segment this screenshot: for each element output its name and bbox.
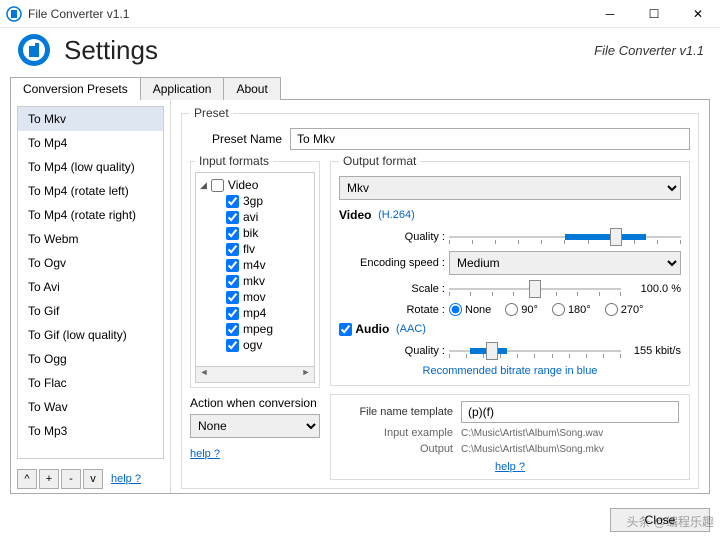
rotate-90[interactable]: 90° — [505, 303, 538, 316]
tree-item[interactable]: avi — [200, 209, 310, 225]
preset-fieldset: Preset Preset Name Input formats ◢ Video… — [181, 106, 699, 489]
preset-item[interactable]: To Ogv — [18, 251, 163, 275]
output-column: Output format Mkv Video (H.264) Quality … — [330, 154, 690, 480]
app-icon — [6, 6, 22, 22]
rotate-label: Rotate : — [339, 304, 449, 316]
preset-item[interactable]: To Mp3 — [18, 419, 163, 443]
input-formats-tree[interactable]: ◢ Video 3gp avi bik flv m4v mkv mov mp4 … — [195, 172, 315, 367]
audio-quality-value: 155 kbit/s — [621, 345, 681, 357]
preset-item[interactable]: To Flac — [18, 371, 163, 395]
output-example-label: Output — [341, 443, 461, 455]
tab-about[interactable]: About — [223, 77, 280, 100]
preset-item[interactable]: To Gif — [18, 299, 163, 323]
sidebar-help-link[interactable]: help ? — [111, 473, 141, 485]
maximize-button[interactable]: ☐ — [632, 0, 676, 28]
add-preset-button[interactable]: + — [39, 469, 59, 489]
template-box: File name template Input example C:\Musi… — [330, 394, 690, 480]
action-select[interactable]: None — [190, 414, 320, 438]
remove-preset-button[interactable]: - — [61, 469, 81, 489]
preset-item[interactable]: To Avi — [18, 275, 163, 299]
preset-legend: Preset — [190, 106, 233, 120]
output-format-fieldset: Output format Mkv Video (H.264) Quality … — [330, 154, 690, 386]
page-title: Settings — [64, 35, 594, 66]
watermark: 头条 @编程乐趣 — [626, 513, 714, 530]
action-box: Action when conversion None — [190, 396, 320, 438]
preset-name-label: Preset Name — [190, 132, 290, 146]
preset-item[interactable]: To Mp4 (rotate right) — [18, 203, 163, 227]
scale-value: 100.0 % — [621, 283, 681, 295]
content: To MkvTo Mp4To Mp4 (low quality)To Mp4 (… — [10, 99, 710, 494]
tab-conversion-presets[interactable]: Conversion Presets — [10, 77, 141, 100]
tree-item[interactable]: mov — [200, 289, 310, 305]
preset-item[interactable]: To Ogg — [18, 347, 163, 371]
action-help-link[interactable]: help ? — [190, 448, 220, 460]
preset-list[interactable]: To MkvTo Mp4To Mp4 (low quality)To Mp4 (… — [17, 106, 164, 459]
tab-application[interactable]: Application — [140, 77, 225, 100]
tree-item[interactable]: mpeg — [200, 321, 310, 337]
preset-item[interactable]: To Webm — [18, 227, 163, 251]
audio-quality-label: Quality : — [339, 345, 449, 357]
tree-item[interactable]: 3gp — [200, 193, 310, 209]
output-format-select[interactable]: Mkv — [339, 176, 681, 200]
rotate-radio-group: None 90° 180° 270° — [449, 303, 643, 316]
encoding-speed-select[interactable]: Medium — [449, 251, 681, 275]
sidebar: To MkvTo Mp4To Mp4 (low quality)To Mp4 (… — [11, 100, 171, 493]
header: Settings File Converter v1.1 — [0, 28, 720, 76]
logo-icon — [16, 32, 52, 68]
scale-label: Scale : — [339, 283, 449, 295]
audio-codec-label: (AAC) — [396, 323, 426, 335]
tree-item[interactable]: flv — [200, 241, 310, 257]
preset-item[interactable]: To Mkv — [18, 107, 163, 131]
preset-item[interactable]: To Mp4 (rotate left) — [18, 179, 163, 203]
scale-slider[interactable] — [449, 278, 621, 300]
version-label: File Converter v1.1 — [594, 43, 704, 58]
main-panel: Preset Preset Name Input formats ◢ Video… — [171, 100, 709, 493]
template-name-input[interactable] — [461, 401, 679, 423]
input-formats-fieldset: Input formats ◢ Video 3gp avi bik flv m4… — [190, 154, 320, 388]
video-section-label: Video — [339, 208, 371, 222]
input-example-value: C:\Music\Artist\Album\Song.wav — [461, 428, 679, 439]
close-button[interactable]: ✕ — [676, 0, 720, 28]
move-down-button[interactable]: v — [83, 469, 103, 489]
preset-name-input[interactable] — [290, 128, 690, 150]
tree-item[interactable]: ogv — [200, 337, 310, 353]
window-title: File Converter v1.1 — [28, 7, 588, 21]
video-codec-label: (H.264) — [378, 209, 415, 221]
tree-item[interactable]: m4v — [200, 257, 310, 273]
preset-item[interactable]: To Mp4 — [18, 131, 163, 155]
template-name-label: File name template — [341, 406, 461, 418]
encoding-speed-label: Encoding speed : — [339, 257, 449, 269]
window-controls: ─ ☐ ✕ — [588, 0, 720, 28]
tab-bar: Conversion Presets Application About — [0, 76, 720, 99]
input-example-label: Input example — [341, 427, 461, 439]
preset-item[interactable]: To Gif (low quality) — [18, 323, 163, 347]
audio-section-label: Audio — [355, 322, 389, 336]
tree-root[interactable]: ◢ Video — [200, 177, 310, 193]
audio-checkbox[interactable] — [339, 323, 352, 336]
input-formats-column: Input formats ◢ Video 3gp avi bik flv m4… — [190, 154, 320, 480]
preset-item[interactable]: To Mp4 (low quality) — [18, 155, 163, 179]
rotate-270[interactable]: 270° — [605, 303, 644, 316]
preset-item[interactable]: To Wav — [18, 395, 163, 419]
titlebar: File Converter v1.1 ─ ☐ ✕ — [0, 0, 720, 28]
footer: Close — [0, 504, 720, 540]
move-up-button[interactable]: ^ — [17, 469, 37, 489]
output-format-legend: Output format — [339, 154, 420, 168]
input-formats-legend: Input formats — [195, 154, 273, 168]
tree-item[interactable]: bik — [200, 225, 310, 241]
output-example-value: C:\Music\Artist\Album\Song.mkv — [461, 444, 679, 455]
minimize-button[interactable]: ─ — [588, 0, 632, 28]
tree-hscroll[interactable]: ◄► — [195, 367, 315, 383]
video-quality-slider[interactable] — [449, 226, 681, 248]
tree-item[interactable]: mp4 — [200, 305, 310, 321]
template-help-link[interactable]: help ? — [495, 461, 525, 473]
tree-item[interactable]: mkv — [200, 273, 310, 289]
sidebar-footer: ^ + - v help ? — [11, 465, 170, 493]
video-quality-label: Quality : — [339, 231, 449, 243]
bitrate-note: Recommended bitrate range in blue — [339, 365, 681, 377]
rotate-none[interactable]: None — [449, 303, 491, 316]
action-label: Action when conversion — [190, 396, 320, 410]
audio-quality-slider[interactable] — [449, 340, 621, 362]
rotate-180[interactable]: 180° — [552, 303, 591, 316]
